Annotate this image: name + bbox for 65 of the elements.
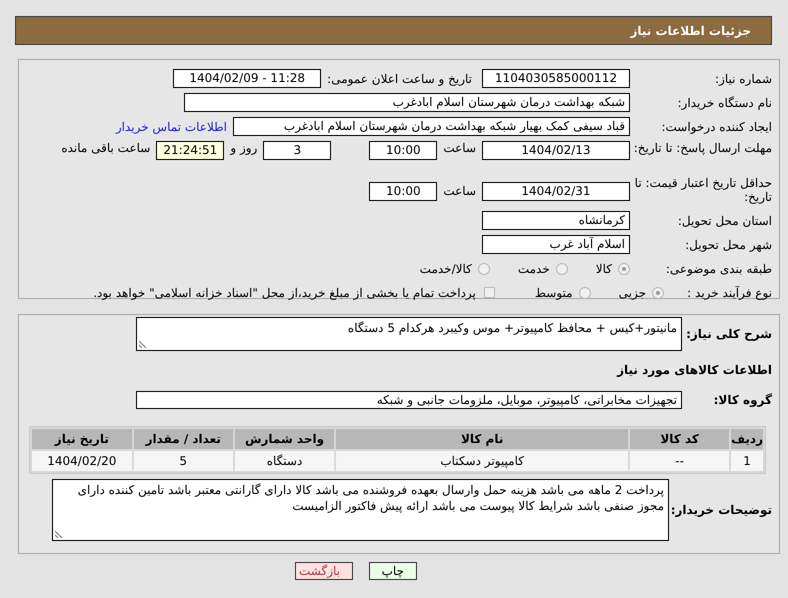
option-label: جزیی	[618, 286, 646, 300]
time-label: ساعت	[443, 184, 476, 198]
resize-grip-icon[interactable]	[139, 340, 147, 348]
column-header: تعداد / مقدار	[134, 429, 233, 449]
creator-field[interactable]: قباد سیفی کمک بهیار شبکه بهداشت درمان شهرستان اسلام ابادغرب	[233, 117, 630, 136]
time-field[interactable]: 10:00	[369, 141, 438, 160]
option-label: خدمت	[518, 262, 550, 276]
field-label: نوع فرآیند خرید :	[686, 286, 772, 300]
radio-button[interactable]	[618, 262, 630, 274]
city-field[interactable]: اسلام آباد غرب	[482, 235, 630, 254]
buyer-field[interactable]: شبکه بهداشت درمان شهرستان اسلام ابادغرب	[184, 93, 630, 112]
field-label: ایجاد کننده درخواست:	[660, 120, 772, 134]
table-cell: 1	[731, 451, 763, 471]
field-label: گروه کالا:	[712, 393, 772, 407]
description-field[interactable]: مانیتور+کیس + محافظ کامپیوتر+ موس وکیبرد هرکدام 5 دستگاه	[136, 317, 682, 351]
column-header: کد کالا	[630, 429, 730, 449]
radio-button[interactable]	[652, 286, 664, 298]
column-header: ردیف	[731, 429, 763, 449]
column-header: واحد شمارش	[234, 429, 334, 449]
radio-button[interactable]	[556, 262, 568, 274]
days-label: روز و	[230, 141, 258, 155]
radio-button[interactable]	[578, 286, 591, 298]
checkbox-label: پرداخت تمام یا بخشی از مبلغ خرید،از محل "اسناد خزانه اسلامی" خواهد بود.	[93, 286, 476, 300]
contact-link[interactable]: اطلاعات تماس خریدار	[116, 120, 227, 134]
table-cell: 5	[134, 451, 233, 471]
remaining-time-field[interactable]: 21:24:51	[156, 141, 224, 160]
province-field[interactable]: کرمانشاه	[482, 211, 630, 230]
section-title: اطلاعات کالاهای مورد نیاز	[616, 363, 772, 377]
announce-date-field[interactable]: 1404/02/09 - 11:28	[173, 69, 322, 88]
option-label: کالا/خدمت	[420, 262, 472, 276]
table-cell: --	[630, 451, 730, 471]
field-label: استان محل تحویل:	[676, 214, 772, 228]
field-label: حداقل تاریخ اعتبار قیمت: تا تاریخ:	[634, 176, 772, 204]
days-field[interactable]: 3	[263, 141, 332, 160]
back-button[interactable]: بازگشت	[295, 562, 353, 580]
time-label: ساعت	[443, 141, 476, 155]
date-field[interactable]: 1404/02/31	[482, 182, 630, 200]
group-field[interactable]: تجهیزات مخابراتی، کامپیوتر، موبایل، ملزومات جانبی و شبکه	[136, 391, 682, 409]
checkbox[interactable]	[484, 287, 495, 298]
time-field[interactable]: 10:00	[369, 182, 438, 200]
column-header: تاریخ نیاز	[32, 429, 132, 449]
resize-grip-icon[interactable]	[55, 530, 63, 538]
notes-field[interactable]: پرداخت 2 ماهه می باشد هزینه حمل وارسال بعهده فروشنده می باشد کالا دارای گارانتی معتبر باشد تامین کننده دارای مجوز صنفی باشد شرایط کالا پیوست می باشد ارائه پیش فاکتور الزامیست	[52, 479, 669, 541]
page-title: جزئیات اطلاعات نیاز	[630, 24, 751, 38]
remaining-label: ساعت باقی مانده	[61, 141, 150, 155]
date-field[interactable]: 1404/02/13	[482, 141, 630, 160]
column-header: نام کالا	[336, 429, 628, 449]
option-label: متوسط	[534, 286, 573, 300]
table-cell: کامپیوتر دسکتاب	[336, 451, 628, 471]
field-label: مهلت ارسال پاسخ: تا تاریخ:	[632, 141, 772, 155]
option-label: کالا	[596, 262, 612, 276]
field-label: طبقه بندی موضوعی:	[664, 262, 772, 276]
field-label: شرح کلی نیاز:	[685, 327, 772, 341]
field-label: نام دستگاه خریدار:	[676, 96, 772, 110]
field-label: شماره نیاز:	[714, 72, 772, 86]
notes-text: پرداخت 2 ماهه می باشد هزینه حمل وارسال بعهده فروشنده می باشد کالا دارای گارانتی معتبر باشد تامین کننده دارای مجوز صنفی باشد شرایط کالا پیوست می باشد ارائه پیش فاکتور الزامیست	[78, 483, 664, 513]
table-cell: دستگاه	[234, 451, 334, 471]
need-number-field[interactable]: 1104030585000112	[482, 69, 630, 88]
description-text: مانیتور+کیس + محافظ کامپیوتر+ موس وکیبرد هرکدام 5 دستگاه	[348, 321, 677, 335]
print-button[interactable]: چاپ	[369, 562, 417, 580]
field-label: شهر محل تحویل:	[684, 238, 772, 252]
radio-button[interactable]	[478, 262, 490, 274]
field-label: تاریخ و ساعت اعلان عمومی:	[327, 72, 472, 86]
field-label: توضیحات خریدار:	[670, 503, 772, 517]
table-cell: 1404/02/20	[32, 451, 132, 471]
